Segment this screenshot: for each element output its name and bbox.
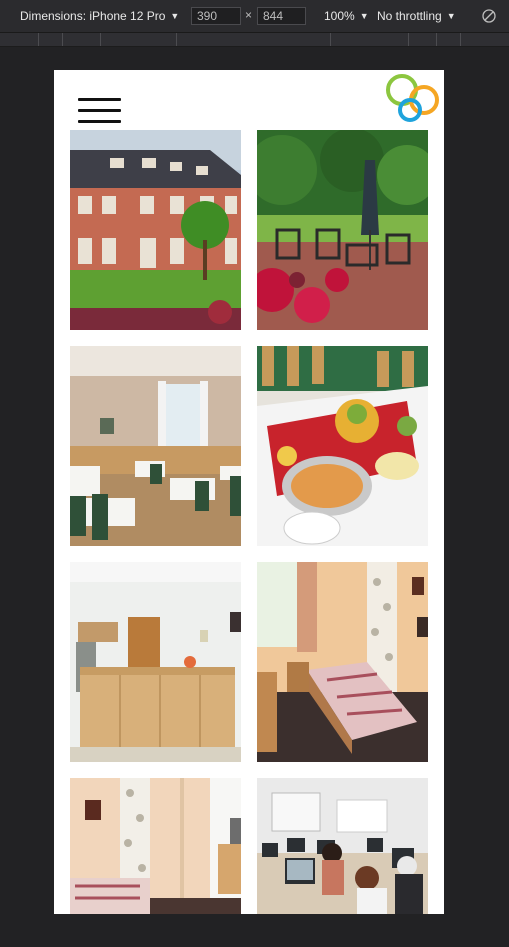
chevron-down-icon: ▼ [359, 11, 369, 21]
height-input[interactable] [257, 7, 306, 25]
device-dropdown[interactable]: Dimensions: iPhone 12 Pro ▼ [20, 0, 179, 32]
photo-hotel-building[interactable] [70, 130, 241, 330]
zoom-label: 100% [324, 9, 355, 23]
photo-garden-terrace[interactable] [257, 130, 428, 330]
throttling-label: No throttling [377, 9, 442, 23]
photo-bedroom-single[interactable] [257, 562, 428, 762]
rotate-icon[interactable] [482, 9, 496, 23]
device-viewport [54, 70, 444, 914]
times-symbol: × [245, 8, 253, 22]
photo-computer-classroom[interactable] [257, 778, 428, 914]
media-query-ruler [0, 33, 509, 47]
throttling-dropdown[interactable]: No throttling ▼ [377, 0, 456, 32]
photo-dining-room[interactable] [70, 346, 241, 546]
width-input[interactable] [191, 7, 241, 25]
zoom-dropdown[interactable]: 100% ▼ [324, 0, 369, 32]
logo-rings-icon[interactable] [384, 72, 442, 122]
photo-buffet[interactable] [257, 346, 428, 546]
photo-reception[interactable] [70, 562, 241, 762]
chevron-down-icon: ▼ [446, 11, 456, 21]
photo-bedroom-wallpaper[interactable] [70, 778, 241, 914]
devtools-toolbar: Dimensions: iPhone 12 Pro ▼ × 100% ▼ No … [0, 0, 509, 33]
device-label: Dimensions: iPhone 12 Pro [20, 9, 166, 23]
chevron-down-icon: ▼ [170, 11, 180, 21]
hamburger-menu-icon[interactable] [78, 96, 121, 126]
